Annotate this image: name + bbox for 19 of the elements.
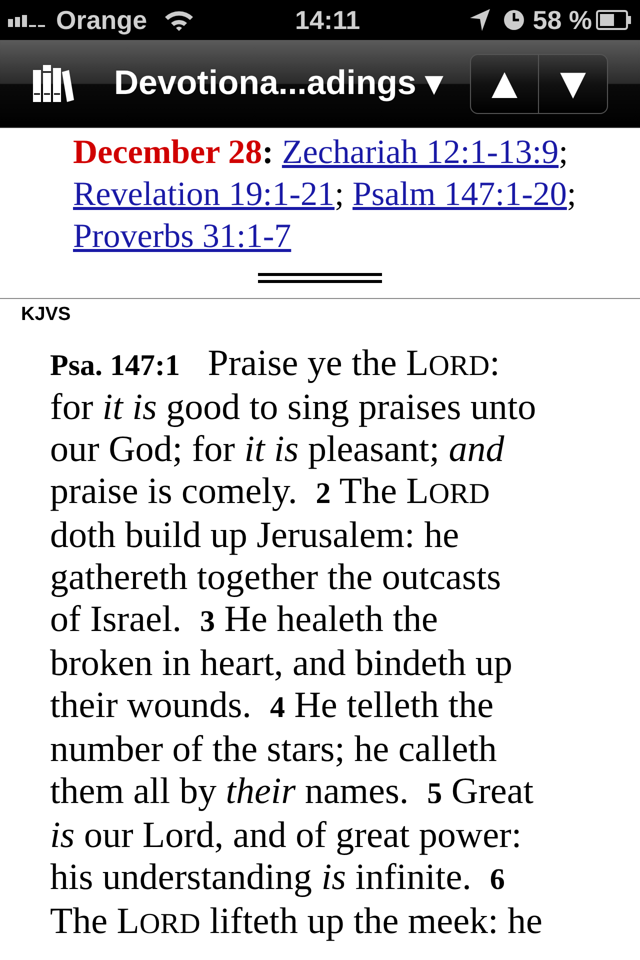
- scripture-passage: Psa. 147:1 Praise ye the LORD: for it is good to sing praises unto our God; for it is pleasant; and praise is comely. 2 The LORD doth build up Jerusalem: he gathereth together the outcasts of Israel. 3 He healeth the broken in heart, and bindeth up their wounds. 4 He telleth the number of the stars; he calleth them all by their names. 5 Great is our Lord, and of great power: his understanding is infinite. 6 The LORD lifteth up the meek: he: [49, 342, 544, 944]
- books-icon[interactable]: [32, 64, 74, 104]
- location-arrow-icon: [468, 8, 491, 32]
- next-button[interactable]: ▼: [539, 54, 607, 112]
- previous-button[interactable]: ▲: [471, 54, 539, 112]
- battery-percent: 58 %: [532, 4, 592, 36]
- reading-plan-heading: December 28: Zechariah 12:1-13:9; Revelation 19:1-21; Psalm 147:1-20; Proverbs 31:1-7: [72, 133, 578, 257]
- battery-icon: [596, 10, 632, 30]
- resize-handle-icon[interactable]: [258, 273, 382, 283]
- bible-module-label: KJVS: [20, 303, 72, 327]
- scripture-link[interactable]: Revelation 19:1-21: [73, 176, 335, 213]
- signal-icon: [8, 13, 48, 27]
- clock-time: 14:11: [295, 4, 360, 36]
- alarm-clock-icon: [502, 9, 525, 31]
- devotional-title-dropdown[interactable]: Devotiona...adings ▾: [114, 58, 443, 109]
- scripture-link[interactable]: Psalm 147:1-20: [352, 176, 567, 213]
- scripture-link[interactable]: Proverbs 31:1-7: [73, 218, 292, 255]
- carrier-name: Orange: [56, 4, 148, 36]
- scripture-link[interactable]: Zechariah 12:1-13:9: [282, 134, 559, 171]
